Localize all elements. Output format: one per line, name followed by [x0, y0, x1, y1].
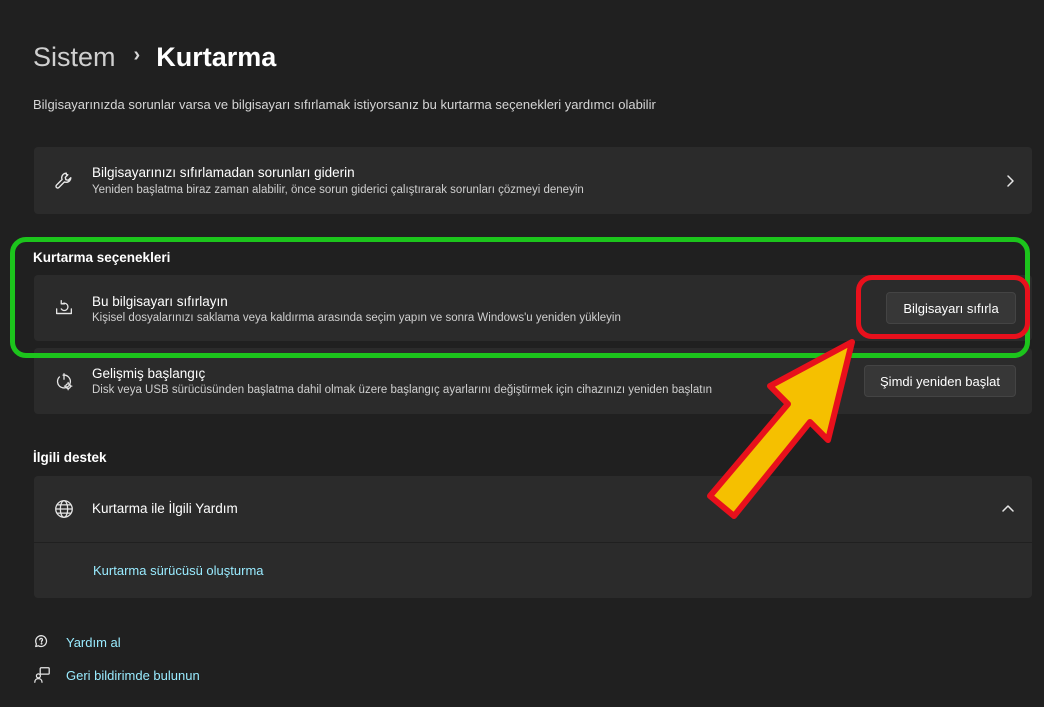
recovery-settings-page: Sistem › Kurtarma Bilgisayarınızda sorun…: [0, 0, 1044, 707]
advanced-startup-card: Gelişmiş başlangıç Disk veya USB sürücüs…: [34, 348, 1032, 414]
troubleshoot-card[interactable]: Bilgisayarınızı sıfırlamadan sorunları g…: [34, 147, 1032, 214]
reset-pc-icon: [52, 296, 76, 320]
reset-pc-button[interactable]: Bilgisayarı sıfırla: [886, 292, 1016, 324]
chevron-up-icon[interactable]: [1000, 501, 1016, 517]
breadcrumb-separator: ›: [133, 44, 141, 66]
related-support-heading: İlgili destek: [33, 450, 107, 465]
recovery-help-title: Kurtarma ile İlgili Yardım: [92, 501, 238, 516]
advanced-startup-icon: [52, 370, 76, 394]
troubleshoot-subtitle: Yeniden başlatma biraz zaman alabilir, ö…: [92, 184, 584, 196]
globe-icon: [52, 497, 76, 521]
restart-now-button[interactable]: Şimdi yeniden başlat: [864, 365, 1016, 397]
wrench-icon: [52, 169, 76, 193]
recovery-options-heading: Kurtarma seçenekleri: [33, 250, 171, 265]
page-title: Kurtarma: [156, 42, 277, 72]
reset-pc-subtitle: Kişisel dosyalarınızı saklama veya kaldı…: [92, 312, 621, 324]
advanced-startup-title: Gelişmiş başlangıç: [92, 366, 206, 381]
feedback-icon: [33, 666, 51, 684]
breadcrumb: Sistem › Kurtarma: [33, 42, 276, 73]
recovery-help-header[interactable]: Kurtarma ile İlgili Yardım: [34, 476, 1032, 542]
troubleshoot-title: Bilgisayarınızı sıfırlamadan sorunları g…: [92, 165, 355, 180]
chevron-right-icon: [1002, 173, 1018, 189]
reset-pc-title: Bu bilgisayarı sıfırlayın: [92, 294, 228, 309]
recovery-help-body: Kurtarma sürücüsü oluşturma: [34, 543, 1032, 598]
create-recovery-drive-link[interactable]: Kurtarma sürücüsü oluşturma: [93, 563, 264, 578]
get-help-label: Yardım al: [66, 634, 121, 650]
reset-pc-card: Bu bilgisayarı sıfırlayın Kişisel dosyal…: [34, 275, 1032, 341]
advanced-startup-subtitle: Disk veya USB sürücüsünden başlatma dahi…: [92, 384, 713, 396]
give-feedback-link[interactable]: Geri bildirimde bulunun: [33, 666, 200, 684]
help-chat-icon: [33, 633, 51, 651]
breadcrumb-system[interactable]: Sistem: [33, 42, 116, 73]
get-help-link[interactable]: Yardım al: [33, 633, 121, 651]
give-feedback-label: Geri bildirimde bulunun: [66, 667, 200, 683]
page-description: Bilgisayarınızda sorunlar varsa ve bilgi…: [33, 97, 656, 112]
